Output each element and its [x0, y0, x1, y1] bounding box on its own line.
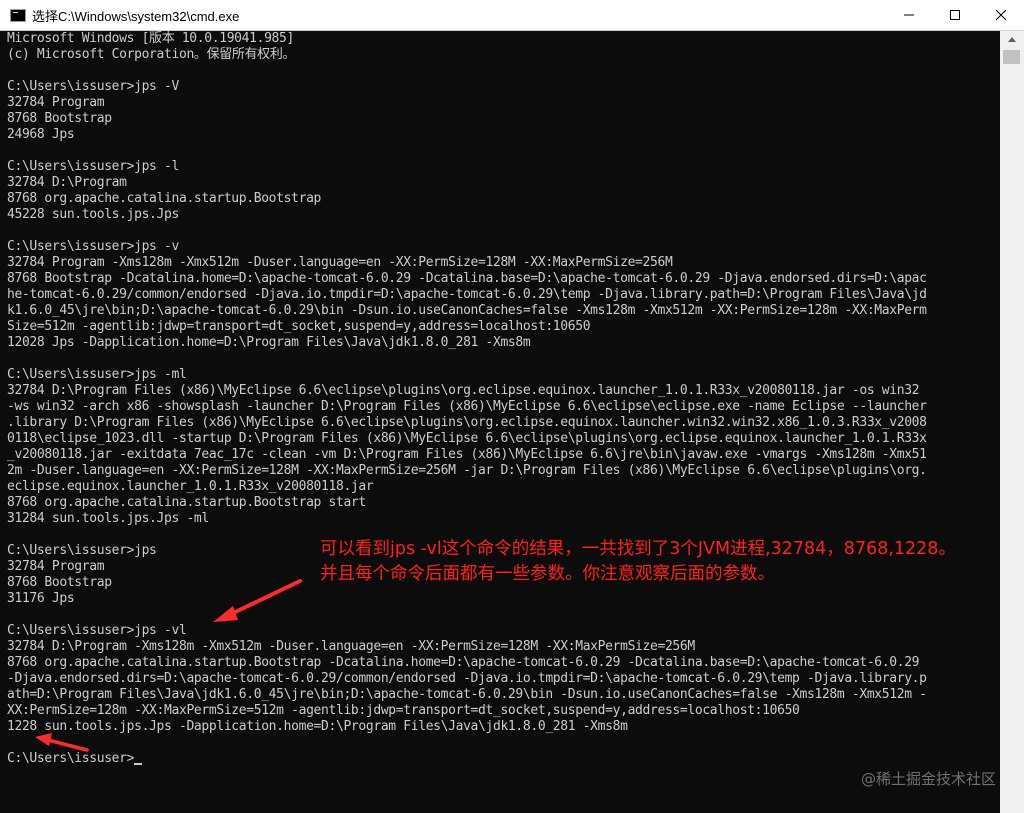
red-annotation-note: 可以看到jps -vl这个命令的结果，一共找到了3个JVM进程,32784，87… [320, 539, 956, 584]
console-line: 1228 sun.tools.jps.Jps -Dapplication.hom… [7, 719, 628, 734]
maximize-button[interactable] [932, 0, 978, 31]
console-line: eclipse.equinox.launcher_1.0.1.R33x_v200… [7, 479, 374, 494]
console-line: 0118\eclipse_1023.dll -startup D:\Progra… [7, 431, 927, 446]
console-line: C:\Users\issuser> [7, 751, 997, 767]
console-line: -Djava.endorsed.dirs=D:\apache-tomcat-6.… [7, 671, 927, 686]
console-line: -ws win32 -arch x86 -showsplash -launche… [7, 399, 927, 414]
console-line: _v20080118.jar -exitdata 7eac_17c -clean… [7, 447, 927, 462]
window-title: 选择C:\Windows\system32\cmd.exe [32, 8, 240, 24]
text-cursor [134, 763, 143, 765]
console-line: C:\Users\issuser>jps -vl [7, 623, 187, 638]
console-line: 2m -Duser.language=en -XX:PermSize=128M … [7, 463, 927, 478]
console-line: 12028 Jps -Dapplication.home=D:\Program … [7, 335, 531, 350]
scroll-up-button[interactable] [1000, 31, 1024, 48]
window-titlebar[interactable]: 选择C:\Windows\system32\cmd.exe [0, 0, 1024, 31]
watermark: @稀土掘金技术社区 [860, 770, 996, 788]
console-line: 32784 Program -Xms128m -Xmx512m -Duser.l… [7, 255, 673, 270]
console-output-area[interactable]: Microsoft Windows [版本 10.0.19041.985] (c)… [0, 31, 1000, 813]
console-line: 8768 Bootstrap [7, 111, 112, 126]
maximize-icon [950, 10, 960, 20]
console-text: Microsoft Windows [版本 10.0.19041.985] (c)… [7, 31, 997, 767]
console-line: 32784 D:\Program Files (x86)\MyEclipse 6… [7, 383, 920, 398]
scroll-thumb[interactable] [1003, 50, 1020, 64]
console-line: Size=512m -agentlib:jdwp=transport=dt_so… [7, 319, 591, 334]
vertical-scrollbar[interactable] [1000, 31, 1024, 813]
console-line: 32784 D:\Program -Xms128m -Xmx512m -Duse… [7, 639, 695, 654]
console-line: he-tomcat-6.0.29/common/endorsed -Djava.… [7, 287, 927, 302]
console-line: 31176 Jps [7, 591, 75, 606]
chevron-up-icon [1008, 37, 1016, 42]
console-line: 24968 Jps [7, 127, 75, 142]
console-line: 8768 org.apache.catalina.startup.Bootstr… [7, 191, 322, 206]
close-button[interactable] [978, 0, 1024, 31]
console-line: 8768 Bootstrap -Dcatalina.home=D:\apache… [7, 271, 927, 286]
console-line: 8768 org.apache.catalina.startup.Bootstr… [7, 655, 920, 670]
minimize-button[interactable] [886, 0, 932, 31]
minimize-icon [904, 14, 914, 16]
console-line: 32784 Program [7, 95, 105, 110]
console-line: 32784 D:\Program [7, 175, 127, 190]
close-icon [996, 10, 1006, 20]
console-line: C:\Users\issuser>jps -l [7, 159, 179, 174]
console-line: 8768 org.apache.catalina.startup.Bootstr… [7, 495, 366, 510]
console-line: 45228 sun.tools.jps.Jps [7, 207, 179, 222]
console-line: .library D:\Program Files (x86)\MyEclips… [7, 415, 927, 430]
annotation-arrow-icon [213, 579, 302, 622]
console-line: (c) Microsoft Corporation。保留所有权利。 [7, 47, 296, 62]
console-line: C:\Users\issuser>jps -V [7, 79, 179, 94]
console-line: C:\Users\issuser>jps -ml [7, 367, 187, 382]
console-line: Microsoft Windows [版本 10.0.19041.985] [7, 31, 294, 46]
console-line: XX:PermSize=128m -XX:MaxPermSize=512m -a… [7, 703, 800, 718]
console-line: k1.6.0_45\jre\bin;D:\apache-tomcat-6.0.2… [7, 303, 927, 318]
console-line: C:\Users\issuser>jps -v [7, 239, 179, 254]
cmd-app-icon [10, 8, 26, 22]
console-line: 31284 sun.tools.jps.Jps -ml [7, 511, 209, 526]
console-line: ath=D:\Program Files\Java\jdk1.6.0_45\jr… [7, 687, 927, 702]
annotation-arrow-small-icon [35, 733, 89, 752]
